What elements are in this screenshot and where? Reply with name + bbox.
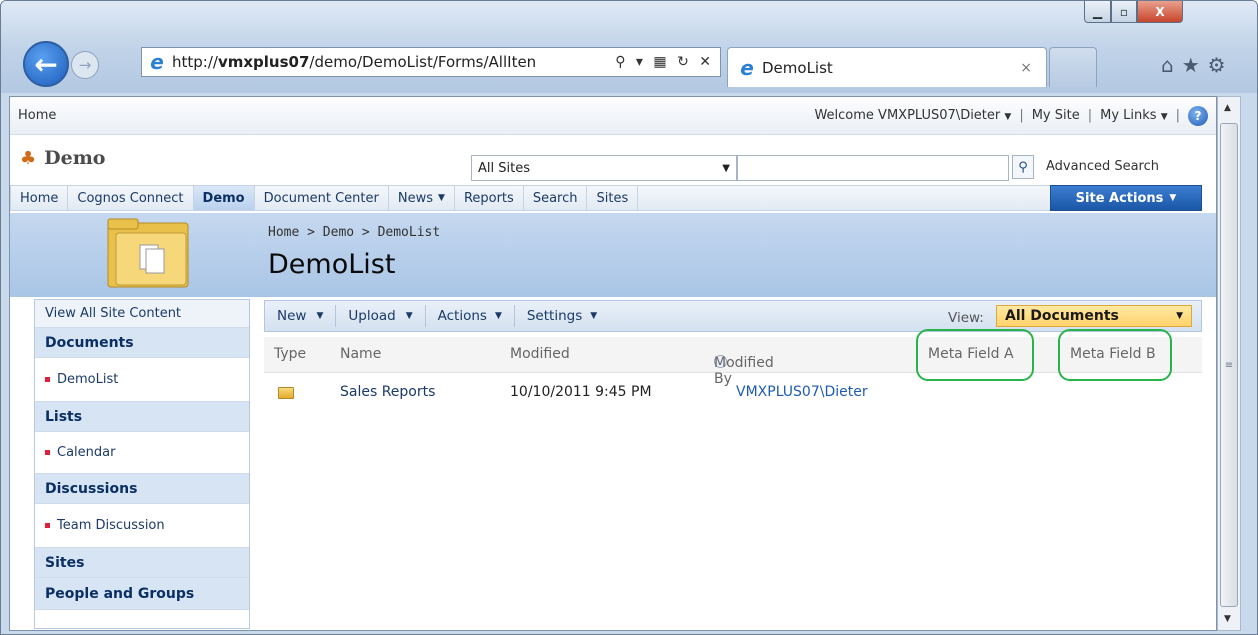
row-modified: 10/10/2011 9:45 PM [510,384,652,400]
welcome-menu[interactable]: Welcome VMXPLUS07\Dieter ▼ [814,108,1011,123]
new-tab-button[interactable] [1049,47,1097,87]
scroll-up-icon: ▲ [1224,103,1231,113]
nav-sites[interactable]: Sites [587,186,639,210]
site-title[interactable]: ♣ Demo [20,147,105,169]
highlight-circle-b [1058,329,1172,381]
advanced-search-link[interactable]: Advanced Search [1046,159,1159,174]
help-icon[interactable]: ? [1188,105,1208,126]
url-prefix: http:// [172,53,218,71]
top-navigation: Home Cognos Connect Demo Document Center… [10,185,1202,211]
nav-demo[interactable]: Demo [193,186,255,210]
close-window-button[interactable]: X [1137,1,1183,23]
tab-close-icon[interactable]: × [1020,60,1032,76]
tab-title: DemoList [762,58,833,77]
global-bar: Home Welcome VMXPLUS07\Dieter ▼ | My Sit… [10,97,1216,135]
nav-news[interactable]: News ▼ [389,186,455,210]
folder-icon [278,387,294,399]
quicklaunch-lists[interactable]: Lists [35,402,249,432]
page-title: DemoList [268,249,396,280]
breadcrumb[interactable]: Home > Demo > DemoList [268,225,440,240]
nav-search[interactable]: Search [524,186,588,210]
chevron-down-icon: ▼ [1176,311,1183,321]
chevron-down-icon: ▼ [722,162,730,174]
home-favorites-tools-icons[interactable]: ⌂★⚙ [1161,53,1234,77]
search-input[interactable] [737,155,1009,181]
address-bar[interactable]: e http://vmxplus07/demo/DemoList/Forms/A… [141,47,721,77]
nav-document-center[interactable]: Document Center [255,186,389,210]
address-tools-icons[interactable]: ⚲ ▾ ▦ ↻ ✕ [609,54,720,70]
col-name[interactable]: Name [340,346,381,362]
ie-logo-icon: e [150,50,164,74]
document-library-icon [107,218,189,288]
forward-button[interactable]: → [71,51,99,79]
quick-launch: View All Site Content Documents DemoList… [34,299,250,629]
chevron-down-icon: ▼ [438,193,445,203]
quicklaunch-discussions[interactable]: Discussions [35,474,249,504]
browser-window: ▁ ▫ X ← → e http://vmxplus07/demo/DemoLi… [0,0,1258,635]
col-type[interactable]: Type [274,346,306,362]
people-icon: ♣ [20,147,37,169]
chevron-down-icon: ▼ [590,311,598,321]
quicklaunch-team-discussion[interactable]: Team Discussion [35,504,249,548]
browser-tab[interactable]: e DemoList × [727,47,1047,87]
highlight-circle-a [916,329,1034,381]
nav-home[interactable]: Home [11,186,69,210]
scrollbar-thumb[interactable]: ≡ [1220,123,1238,607]
my-site-link[interactable]: My Site [1032,108,1080,123]
chevron-down-icon: ▼ [1160,112,1168,122]
view-select[interactable]: All Documents ▼ [996,305,1192,327]
chevron-down-icon: ▼ [1004,112,1012,122]
chevron-down-icon: ▼ [316,311,324,321]
url-path: /demo/DemoList/Forms/AllIten [309,53,537,71]
chevron-down-icon: ▼ [405,311,413,321]
minimize-button[interactable]: ▁ [1084,1,1111,23]
nav-reports[interactable]: Reports [455,186,524,210]
search-icon[interactable]: ⚲ [1012,155,1034,179]
topbar-home-link[interactable]: Home [18,108,56,123]
chevron-down-icon: ▼ [1169,193,1177,203]
site-actions-button[interactable]: Site Actions ▼ [1050,185,1202,211]
back-button[interactable]: ← [23,41,69,87]
settings-menu[interactable]: Settings ▼ [515,305,609,327]
view-all-site-content-link[interactable]: View All Site Content [35,300,249,328]
quicklaunch-documents[interactable]: Documents [35,328,249,358]
col-modified[interactable]: Modified [510,346,570,362]
table-row[interactable]: Sales Reports 10/10/2011 9:45 PM VMXPLUS… [264,375,1202,411]
search-scope-select[interactable]: All Sites ▼ [471,155,737,181]
quicklaunch-people-and-groups[interactable]: People and Groups [35,578,249,610]
tab-ie-icon: e [740,55,754,80]
scroll-down-icon: ▼ [1224,614,1231,624]
quicklaunch-calendar[interactable]: Calendar [35,432,249,474]
row-name[interactable]: Sales Reports [340,384,435,400]
page-content: Home Welcome VMXPLUS07\Dieter ▼ | My Sit… [9,96,1217,631]
quicklaunch-demolist[interactable]: DemoList [35,358,249,402]
maximize-button[interactable]: ▫ [1111,1,1137,23]
vertical-scrollbar[interactable]: ▲ ≡ ▼ [1217,96,1241,631]
quicklaunch-sites[interactable]: Sites [35,548,249,578]
chevron-down-icon: ▼ [494,311,502,321]
view-label: View: [948,310,984,326]
upload-menu[interactable]: Upload ▼ [336,305,426,327]
new-menu[interactable]: New ▼ [265,305,337,327]
actions-menu[interactable]: Actions ▼ [426,305,515,327]
row-modified-by[interactable]: VMXPLUS07\Dieter [736,384,868,400]
url-host: vmxplus07 [217,53,310,71]
my-links-menu[interactable]: My Links ▼ [1100,108,1168,123]
nav-cognos-connect[interactable]: Cognos Connect [68,186,194,210]
